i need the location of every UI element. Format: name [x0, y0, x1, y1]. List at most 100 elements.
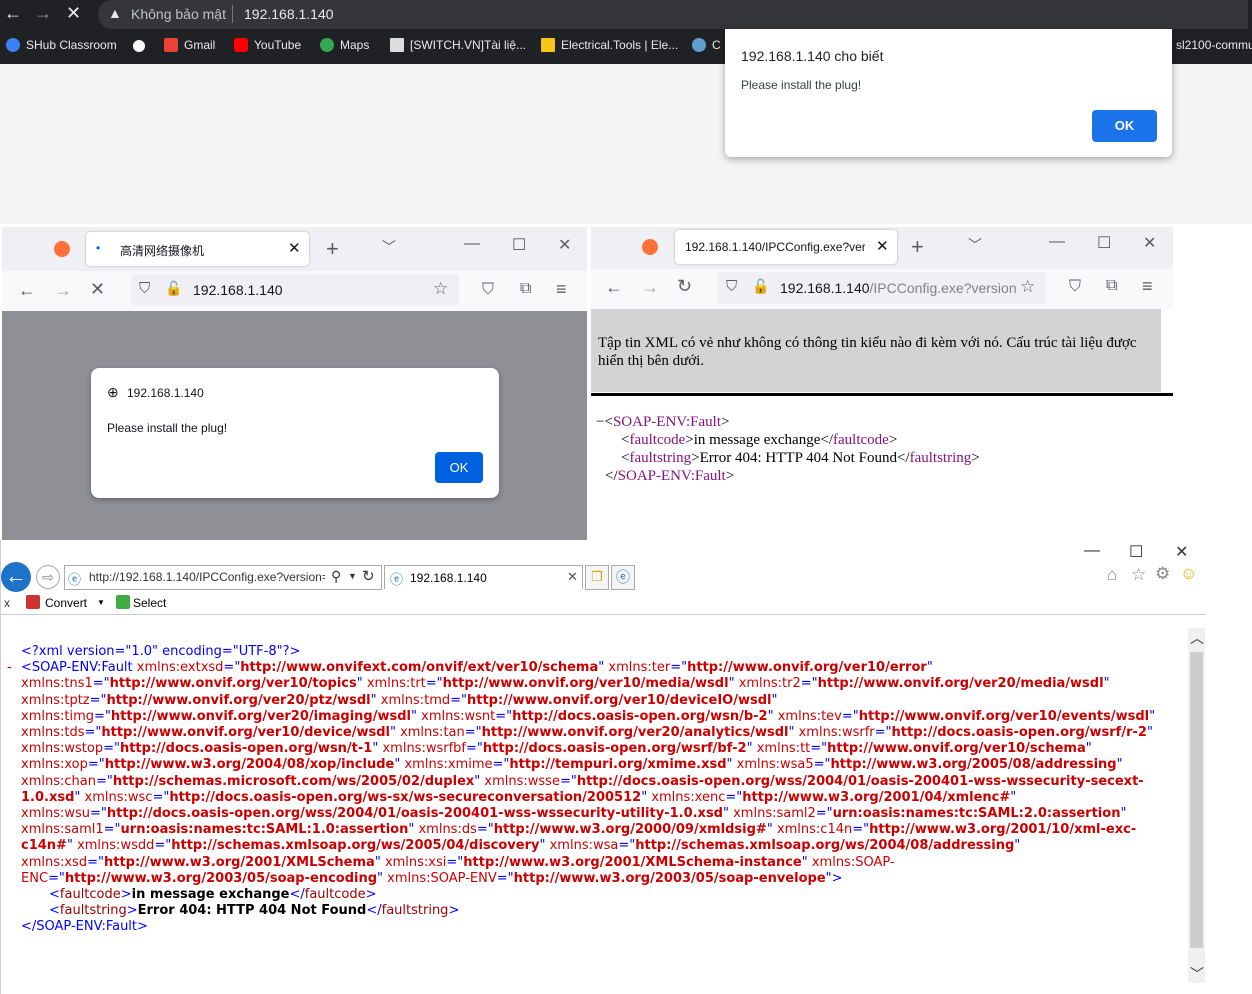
xml-faultcode-line: <faultcode>in message exchange</faultcod…: [621, 432, 898, 448]
bookmark-gmail[interactable]: Gmail: [164, 38, 215, 52]
scroll-down-chevron-icon[interactable]: ﹀: [1190, 964, 1204, 984]
forward-circle-icon[interactable]: ⇨: [36, 565, 60, 589]
xml-attr-value: http://www.w3.org/2000/09/xmldsig#: [493, 822, 767, 838]
xml-notice-banner: Tập tin XML có vẻ như không có thông tin…: [591, 309, 1161, 392]
window-minimize-icon[interactable]: —: [1084, 542, 1100, 560]
firefox-url-bar[interactable]: ⛉ 🔓 192.168.1.140/IPCConfig.exe?version=…: [718, 272, 1046, 304]
xml-attr-value: http://www.w3.org/2001/04/xmlenc#: [742, 789, 1011, 805]
bookmark-shub[interactable]: SHub Classroom: [6, 38, 117, 52]
xml-attr-value: urn:oasis:names:tc:SAML:2.0:assertion: [832, 806, 1121, 822]
firefox-alert-message: Please install the plug!: [107, 421, 228, 435]
back-arrow-icon[interactable]: ←: [605, 277, 623, 298]
tab-list-chevron-down-icon[interactable]: ﹀: [382, 237, 396, 257]
back-circle-icon[interactable]: ←: [1, 562, 31, 592]
firefox-menu-icon[interactable]: [642, 239, 658, 255]
ie-address-bar[interactable]: ⓔ http://192.168.1.140/IPCConfig.exe?ver…: [64, 565, 382, 590]
tab-camera[interactable]: • 高清网络摄像机 ✕: [86, 232, 309, 266]
url-text: 192.168.1.140/IPCConfig.exe?version=: [780, 280, 1016, 296]
reload-icon[interactable]: ↻: [677, 276, 692, 297]
firefox-url-bar[interactable]: ⛉ 🔓 192.168.1.140 ☆: [131, 274, 459, 306]
settings-gear-icon[interactable]: ⚙: [1155, 564, 1170, 584]
window-maximize-icon[interactable]: ☐: [1129, 542, 1143, 562]
xml-attr-value: http://schemas.xmlsoap.org/ws/2005/04/di…: [171, 838, 540, 854]
pocket-icon[interactable]: ⛉: [1069, 278, 1081, 296]
tab-close-icon[interactable]: ✕: [876, 237, 889, 255]
bookmark-sl2100[interactable]: sl2100-commu: [1176, 38, 1252, 52]
back-arrow-icon[interactable]: ←: [18, 280, 36, 301]
xml-attr-value: http://www.onvif.org/ver10/events/wsdl: [858, 708, 1150, 724]
window-close-icon[interactable]: ✕: [1143, 233, 1156, 253]
window-close-icon[interactable]: ✕: [1175, 542, 1188, 562]
new-tab-icon[interactable]: ❐: [585, 565, 609, 590]
select-button[interactable]: Select: [133, 596, 166, 610]
hamburger-menu-icon[interactable]: ≡: [556, 279, 567, 300]
convert-button[interactable]: Convert: [45, 596, 87, 610]
xml-attr-name: xmlns:wsrfbf: [382, 741, 466, 757]
forward-arrow-icon[interactable]: →: [34, 3, 52, 24]
xml-attr-name: xmlns:tan: [400, 725, 465, 741]
xml-faultcode-line: <faultcode>in message exchange</faultcod…: [49, 887, 377, 903]
electrical-warning-icon: [541, 38, 555, 52]
command-bar-close[interactable]: x: [4, 596, 10, 610]
tab-list-chevron-down-icon[interactable]: ﹀: [968, 235, 982, 255]
scrollbar-thumb[interactable]: [1190, 652, 1203, 948]
bookmark-c[interactable]: C: [692, 38, 721, 52]
stop-loading-icon[interactable]: ✕: [90, 279, 105, 300]
ie-vertical-scrollbar[interactable]: ︿ ﹀: [1188, 628, 1205, 983]
refresh-icon[interactable]: ↻: [362, 567, 375, 585]
forward-arrow-icon[interactable]: →: [54, 280, 72, 301]
tab-ipcconfig[interactable]: 192.168.1.140/IPCConfig.exe?version ✕: [675, 230, 897, 264]
firefox-menu-icon[interactable]: [54, 241, 70, 257]
extensions-puzzle-icon[interactable]: ⧉: [1106, 277, 1117, 295]
xml-attr-name: xmlns:tds: [21, 725, 85, 741]
xml-attr-name: xmlns:wsse: [484, 773, 560, 789]
dropdown-arrow-icon[interactable]: ▼: [348, 571, 357, 581]
gmail-icon: [164, 38, 178, 52]
edge-icon[interactable]: ⓔ: [611, 565, 635, 590]
bookmark-maps[interactable]: Maps: [320, 38, 369, 52]
forward-arrow-icon[interactable]: →: [641, 277, 659, 298]
xml-collapse-toggle[interactable]: -: [7, 660, 12, 676]
bookmark-star-icon[interactable]: ☆: [1020, 277, 1035, 297]
convert-dropdown-arrow-icon[interactable]: ▼: [97, 598, 105, 607]
window-minimize-icon[interactable]: —: [1049, 233, 1065, 251]
chrome-alert-title: 192.168.1.140 cho biết: [741, 48, 884, 64]
bookmark-globe[interactable]: [133, 38, 151, 52]
shield-icon: ⛉: [726, 278, 738, 295]
window-minimize-icon[interactable]: —: [464, 235, 480, 253]
bookmark-youtube[interactable]: YouTube: [234, 38, 301, 52]
xml-attr-value: urn:oasis:names:tc:SAML:1.0:assertion: [120, 822, 409, 838]
xml-faultstring-line: <faultstring>Error 404: HTTP 404 Not Fou…: [621, 450, 980, 466]
xml-attr-value: http://www.onvif.org/ver10/media/wsdl: [442, 676, 729, 692]
bookmark-electrical-tools[interactable]: Electrical.Tools | Ele...: [541, 38, 678, 52]
ie-tab-close-icon[interactable]: ✕: [567, 569, 578, 585]
firefox-alert-ok-button[interactable]: OK: [435, 452, 483, 483]
home-icon[interactable]: ⌂: [1107, 565, 1117, 585]
bookmark-star-icon[interactable]: ☆: [433, 279, 448, 299]
window-maximize-icon[interactable]: ☐: [512, 235, 526, 255]
chrome-alert-ok-button[interactable]: OK: [1092, 110, 1157, 142]
favorites-star-icon[interactable]: ☆: [1131, 565, 1146, 585]
xml-attr-name: xmlns:tev: [777, 708, 842, 724]
hamburger-menu-icon[interactable]: ≡: [1142, 276, 1153, 297]
extensions-puzzle-icon[interactable]: ⧉: [520, 280, 531, 298]
xml-root-close: </SOAP-ENV:Fault>: [605, 468, 735, 484]
new-tab-plus-icon[interactable]: +: [911, 234, 924, 260]
pocket-icon[interactable]: ⛉: [482, 281, 494, 299]
new-tab-plus-icon[interactable]: +: [326, 236, 339, 262]
window-maximize-icon[interactable]: ☐: [1097, 233, 1111, 253]
tab-close-icon[interactable]: ✕: [288, 239, 301, 257]
xml-attr-value: http://www.onvif.org/ver10/topics: [109, 676, 357, 692]
search-icon[interactable]: ⚲: [331, 568, 341, 585]
window-close-icon[interactable]: ✕: [558, 235, 571, 255]
xml-attr-value: http://www.w3.org/2003/05/soap-envelope: [513, 870, 826, 886]
bookmark-switch[interactable]: [SWITCH.VN]Tài liệ...: [390, 38, 526, 52]
back-arrow-icon[interactable]: ←: [4, 3, 22, 24]
feedback-smiley-icon[interactable]: ☺: [1180, 564, 1197, 584]
xml-attr-name: xmlns:wstop: [21, 741, 104, 757]
scroll-up-chevron-icon[interactable]: ︿: [1190, 628, 1204, 648]
stop-loading-icon[interactable]: ✕: [66, 3, 81, 24]
ie-tab[interactable]: ⓔ 192.168.1.140 ✕: [384, 565, 583, 589]
xml-collapse-toggle[interactable]: −: [596, 414, 604, 430]
chrome-omnibox[interactable]: ▲ Không bảo mật 192.168.1.140: [98, 0, 1248, 29]
